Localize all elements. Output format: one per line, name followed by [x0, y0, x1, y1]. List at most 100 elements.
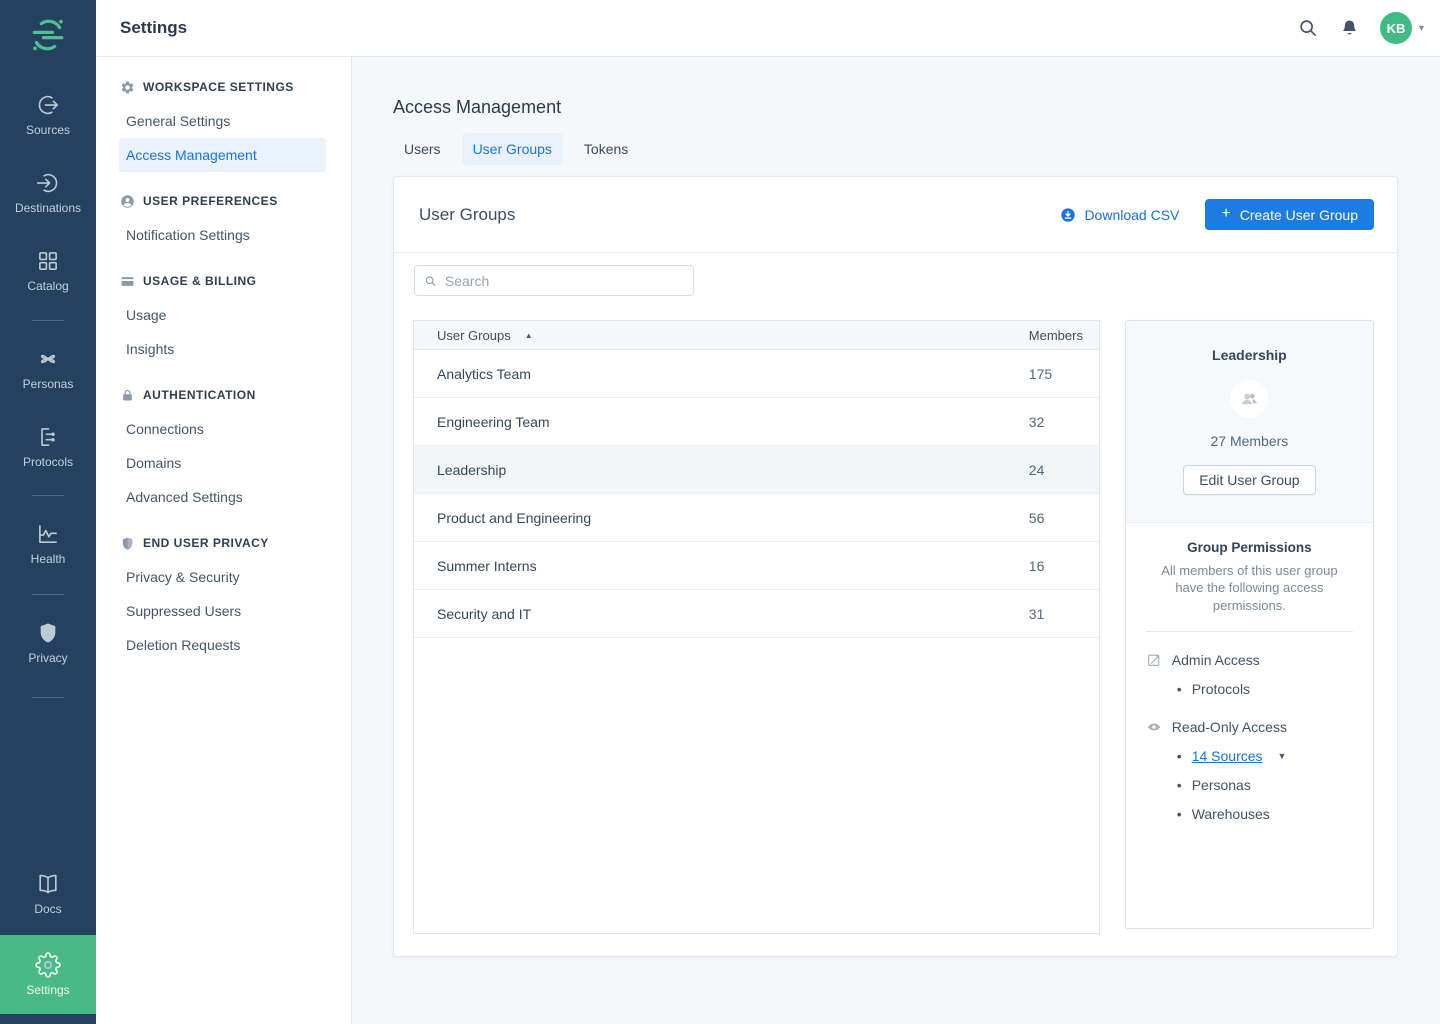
table-row[interactable]: Analytics Team 175 — [414, 350, 1099, 398]
list-item: • 14 Sources ▼ — [1177, 746, 1353, 767]
admin-access-label: Admin Access — [1172, 652, 1260, 668]
table-row[interactable]: Security and IT 31 — [414, 590, 1099, 638]
permission-item-label: Warehouses — [1192, 804, 1270, 825]
table-row[interactable]: Product and Engineering 56 — [414, 494, 1099, 542]
rail-item-privacy[interactable]: Privacy — [0, 620, 96, 665]
sidebar-item-notification-settings[interactable]: Notification Settings — [119, 218, 326, 252]
rail-item-protocols[interactable]: Protocols — [0, 424, 96, 469]
download-csv-button[interactable]: Download CSV — [1060, 207, 1179, 223]
sidebar-item-privacy-security[interactable]: Privacy & Security — [119, 560, 326, 594]
rail-item-label: Health — [31, 552, 66, 566]
health-icon — [35, 521, 61, 547]
bullet-icon: • — [1177, 775, 1182, 796]
members-cell: 31 — [1029, 606, 1099, 622]
app-root: Sources Destinations Catalog Personas — [0, 0, 1440, 1024]
rail-item-health[interactable]: Health — [0, 521, 96, 566]
group-detail-panel: Leadership 27 Members Edit User — [1125, 320, 1374, 929]
search-input[interactable] — [445, 273, 684, 289]
table-header[interactable]: User Groups ▲ Members — [414, 321, 1099, 350]
rail-item-label: Catalog — [27, 279, 68, 293]
protocols-icon — [35, 424, 61, 450]
tab-tokens[interactable]: Tokens — [573, 133, 639, 165]
rail-item-label: Settings — [26, 983, 69, 997]
sidebar-item-deletion-requests[interactable]: Deletion Requests — [119, 628, 326, 662]
list-item: • Warehouses — [1177, 804, 1353, 825]
rail-item-label: Sources — [26, 123, 70, 137]
create-user-group-label: Create User Group — [1240, 207, 1358, 223]
search-icon[interactable] — [1297, 17, 1319, 39]
plus-icon: + — [1221, 206, 1230, 222]
group-name-cell: Leadership — [414, 462, 1029, 478]
group-permissions: Group Permissions All members of this us… — [1126, 523, 1373, 825]
column-header-members[interactable]: Members — [1029, 328, 1099, 343]
permission-item-label: Personas — [1192, 775, 1251, 796]
table-row[interactable]: Summer Interns 16 — [414, 542, 1099, 590]
create-user-group-button[interactable]: + Create User Group — [1205, 199, 1374, 230]
bell-icon[interactable] — [1339, 18, 1360, 39]
tab-users[interactable]: Users — [393, 133, 452, 165]
chevron-down-icon[interactable]: ▼ — [1278, 750, 1287, 764]
bullet-icon: • — [1177, 679, 1182, 700]
rail-item-settings[interactable]: Settings — [0, 935, 96, 1014]
gear-icon — [120, 80, 135, 95]
readonly-access-list: • 14 Sources ▼ • Personas • — [1177, 746, 1353, 825]
list-item: • Personas — [1177, 775, 1353, 796]
people-icon — [1238, 388, 1260, 410]
sort-ascending-icon[interactable]: ▲ — [525, 331, 533, 340]
rail-item-personas[interactable]: Personas — [0, 346, 96, 391]
group-summary: Leadership 27 Members Edit User — [1126, 321, 1373, 523]
docs-book-icon — [35, 871, 61, 897]
sidebar-item-suppressed-users[interactable]: Suppressed Users — [119, 594, 326, 628]
members-cell: 175 — [1029, 366, 1099, 382]
chevron-down-icon[interactable]: ▾ — [1419, 23, 1424, 34]
rail-item-label: Destinations — [15, 201, 81, 215]
sidebar-item-access-management[interactable]: Access Management — [119, 138, 326, 172]
sidebar-section-authentication: AUTHENTICATION — [96, 378, 351, 412]
rail-item-catalog[interactable]: Catalog — [0, 248, 96, 293]
sources-icon — [35, 92, 61, 118]
rail-item-docs[interactable]: Docs — [0, 871, 96, 916]
user-icon — [120, 194, 135, 209]
user-groups-card: User Groups Download CSV + Create User G… — [393, 176, 1398, 957]
shield-icon — [120, 536, 135, 551]
table-row[interactable]: Engineering Team 32 — [414, 398, 1099, 446]
members-cell: 16 — [1029, 558, 1099, 574]
admin-access-row: Admin Access — [1146, 652, 1353, 668]
sidebar-section-end-user-privacy: END USER PRIVACY — [96, 526, 351, 560]
list-item: • Protocols — [1177, 679, 1353, 700]
rail-divider — [32, 697, 64, 698]
sidebar-item-usage[interactable]: Usage — [119, 298, 326, 332]
card-header: User Groups Download CSV + Create User G… — [394, 177, 1397, 253]
sidebar-item-domains[interactable]: Domains — [119, 446, 326, 480]
table-row-selected[interactable]: Leadership 24 — [414, 446, 1099, 494]
sidebar-item-connections[interactable]: Connections — [119, 412, 326, 446]
avatar[interactable]: KB — [1380, 12, 1412, 44]
members-count: 27 Members — [1136, 433, 1363, 449]
sidebar-item-insights[interactable]: Insights — [119, 332, 326, 366]
icon-rail: Sources Destinations Catalog Personas — [0, 0, 96, 1024]
bullet-icon: • — [1177, 804, 1182, 825]
segment-logo[interactable] — [26, 13, 70, 57]
bullet-icon: • — [1177, 746, 1182, 767]
readonly-access-row: Read-Only Access — [1146, 719, 1353, 735]
search-icon — [424, 274, 437, 288]
sidebar-section-workspace-settings: WORKSPACE SETTINGS — [96, 70, 351, 104]
edit-user-group-button[interactable]: Edit User Group — [1183, 465, 1315, 495]
section-title: USAGE & BILLING — [143, 274, 257, 288]
column-header-user-groups[interactable]: User Groups — [437, 328, 511, 343]
members-cell: 32 — [1029, 414, 1099, 430]
sidebar-item-general-settings[interactable]: General Settings — [119, 104, 326, 138]
gear-icon — [35, 952, 61, 978]
sources-count-link[interactable]: 14 Sources — [1192, 746, 1263, 767]
tab-user-groups[interactable]: User Groups — [462, 133, 563, 165]
topbar: Settings KB ▾ — [96, 0, 1440, 57]
rail-divider — [32, 320, 64, 321]
group-name-cell: Engineering Team — [414, 414, 1029, 430]
rail-item-sources[interactable]: Sources — [0, 92, 96, 137]
sidebar-item-advanced-settings[interactable]: Advanced Settings — [119, 480, 326, 514]
search-box — [414, 265, 694, 296]
permission-item-label: Protocols — [1192, 679, 1250, 700]
lock-icon — [120, 388, 135, 403]
rail-item-destinations[interactable]: Destinations — [0, 170, 96, 215]
tab-bar: Users User Groups Tokens — [393, 133, 1398, 165]
